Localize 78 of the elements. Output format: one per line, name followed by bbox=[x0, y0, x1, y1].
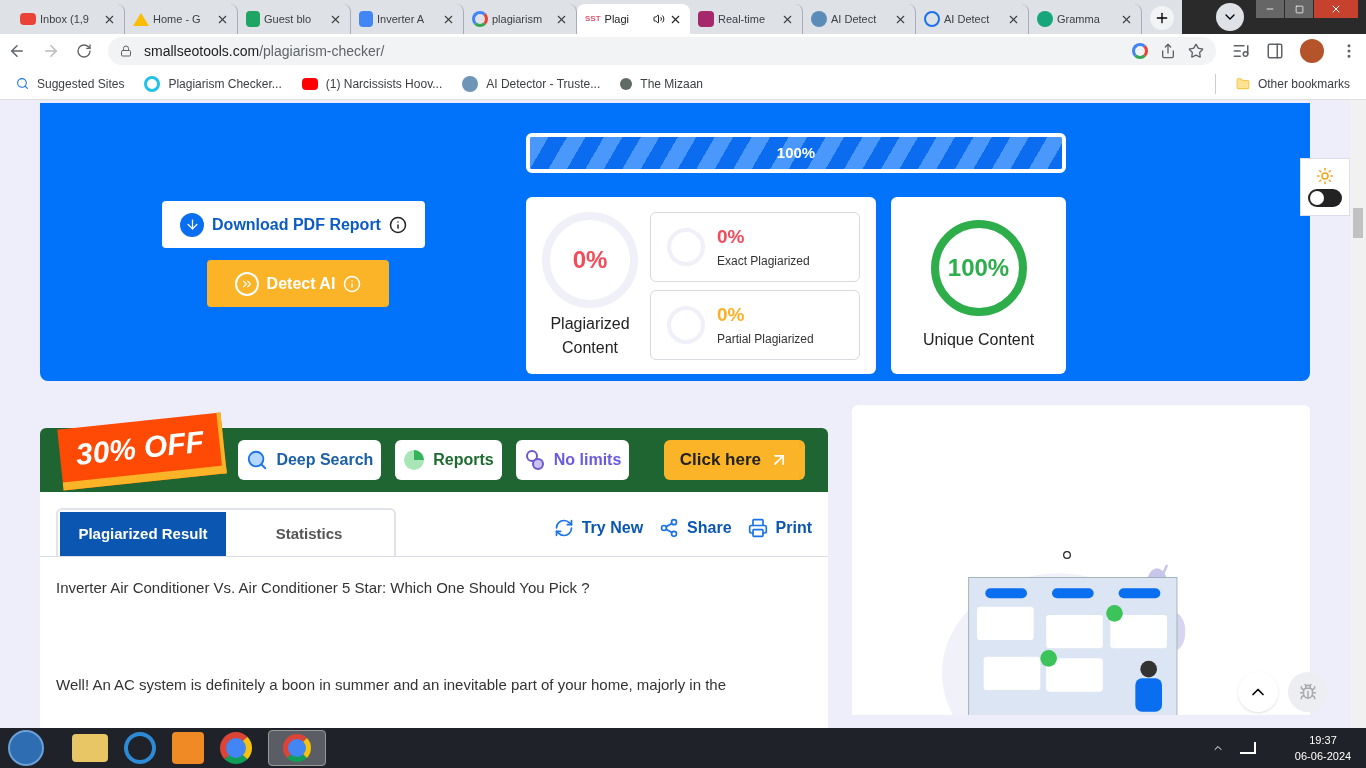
tab-search-button[interactable] bbox=[1216, 3, 1244, 31]
close-icon bbox=[1330, 3, 1342, 15]
new-tab-button[interactable] bbox=[1150, 6, 1174, 30]
feature-pill[interactable]: No limits bbox=[515, 440, 630, 480]
scrollbar-thumb[interactable] bbox=[1353, 208, 1363, 238]
side-panel-icon[interactable] bbox=[1266, 42, 1284, 60]
bookmark[interactable]: (1) Narcissists Hoov... bbox=[301, 74, 443, 93]
tab-title: Plagi bbox=[604, 11, 631, 27]
search-icon bbox=[16, 77, 29, 90]
theme-toggle[interactable] bbox=[1308, 189, 1342, 207]
result-paragraph: Inverter Air Conditioner Vs. Air Conditioner 5 Star: Which One Should You Pick ? bbox=[56, 578, 591, 598]
profile-avatar[interactable] bbox=[1300, 39, 1324, 63]
breakdown-percent: 0% bbox=[717, 225, 746, 250]
feature-pill[interactable]: Deep Search bbox=[238, 440, 382, 480]
breakdown-label: Partial Plagiarized bbox=[717, 330, 814, 348]
maximize-icon bbox=[1294, 4, 1304, 14]
result-paragraph: Well! An AC system is definitely a boon in summer and an inevitable part of your home, majorly in the bbox=[56, 674, 728, 695]
double-chevron-icon bbox=[234, 271, 259, 296]
info-icon bbox=[388, 215, 407, 234]
google-logo-icon bbox=[472, 11, 488, 27]
feature-pill[interactable]: Reports bbox=[395, 440, 502, 480]
result-tab[interactable]: Plagiarized Result bbox=[60, 512, 226, 556]
action-link[interactable]: Try New bbox=[553, 516, 644, 540]
media-icon[interactable] bbox=[1232, 42, 1250, 60]
maximize-button[interactable] bbox=[1285, 0, 1313, 18]
tab-title: Guest blo bbox=[264, 11, 313, 27]
back-icon[interactable] bbox=[8, 42, 26, 60]
chrome-window-button[interactable] bbox=[268, 730, 326, 766]
plagiarized-percent: 0% bbox=[572, 244, 608, 275]
tab-title: Gramma bbox=[1057, 11, 1101, 27]
tab-title: Inverter A bbox=[377, 11, 426, 27]
site-logo-icon bbox=[698, 11, 714, 27]
lock-icon[interactable] bbox=[120, 45, 132, 57]
bookmark[interactable]: The Mizaan bbox=[620, 74, 703, 93]
print-icon bbox=[747, 518, 768, 538]
share-icon[interactable] bbox=[1160, 43, 1176, 59]
refresh-icon bbox=[553, 518, 574, 538]
address-bar[interactable]: smallseotools.com/plagiarism-checker/ bbox=[108, 37, 1216, 65]
tab-title: Real-time bbox=[718, 11, 767, 27]
chrome-icon[interactable] bbox=[220, 732, 252, 764]
bug-icon bbox=[1299, 683, 1317, 701]
google-logo-icon bbox=[1132, 43, 1148, 59]
browser-tab[interactable]: SST Plagi bbox=[577, 4, 690, 34]
click-here-button[interactable]: Click here bbox=[663, 440, 805, 480]
pie-chart-icon bbox=[403, 449, 426, 471]
reload-icon[interactable] bbox=[76, 43, 92, 59]
unique-percent: 100% bbox=[947, 252, 1010, 283]
action-link[interactable]: Share bbox=[659, 516, 732, 540]
search-icon bbox=[246, 449, 269, 471]
breakdown-percent: 0% bbox=[717, 303, 746, 328]
linked-circles-icon bbox=[523, 449, 546, 471]
bookmark[interactable]: Suggested Sites bbox=[16, 74, 125, 93]
start-button[interactable] bbox=[8, 730, 44, 766]
bookmark[interactable]: Plagiarism Checker... bbox=[144, 74, 282, 93]
bookmark-star-icon[interactable] bbox=[1188, 43, 1204, 59]
other-bookmarks[interactable]: Other bookmarks bbox=[1235, 74, 1350, 93]
clock-time: 19:37 bbox=[1309, 733, 1337, 748]
download-pdf-button[interactable]: Download PDF Report bbox=[162, 201, 425, 248]
url-text: smallseotools.com/plagiarism-checker/ bbox=[144, 41, 386, 61]
info-icon bbox=[343, 274, 362, 293]
tab-title: plagiarism bbox=[492, 11, 544, 27]
action-link[interactable]: Print bbox=[747, 516, 812, 540]
clock-date: 06-06-2024 bbox=[1294, 749, 1352, 764]
tab-title: AI Detect bbox=[944, 11, 991, 27]
breakdown-label: Exact Plagiarized bbox=[717, 252, 810, 270]
plus-icon bbox=[1154, 10, 1170, 26]
sun-icon bbox=[1316, 167, 1334, 185]
chrome-icon bbox=[283, 734, 311, 762]
progress-label: 100% bbox=[775, 142, 817, 163]
tab-title: Home - G bbox=[153, 11, 202, 27]
unique-label: Unique Content bbox=[922, 329, 1035, 350]
tab-title: AI Detect bbox=[831, 11, 878, 27]
share-icon bbox=[659, 518, 680, 538]
bookmark[interactable]: AI Detector - Truste... bbox=[462, 74, 601, 93]
site-logo-icon: SST bbox=[585, 13, 601, 25]
plagiarized-label: Plagiarized Content bbox=[550, 313, 630, 358]
download-icon bbox=[180, 212, 205, 237]
tab-title: Inbox (1,9 bbox=[40, 11, 90, 27]
